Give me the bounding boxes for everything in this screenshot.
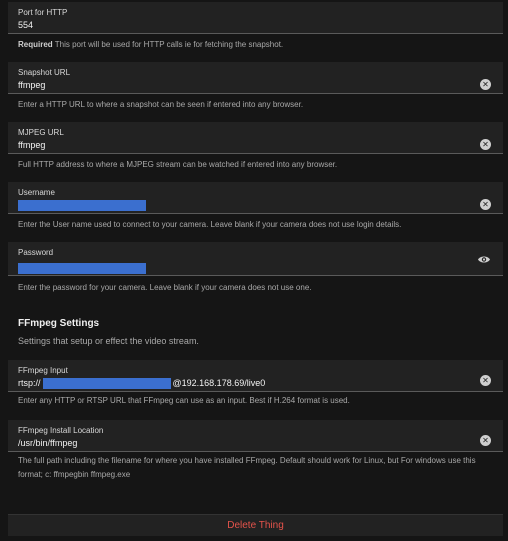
clear-icon[interactable]: ✕ bbox=[480, 199, 491, 210]
ffmpeg-location-field[interactable]: FFmpeg Install Location /usr/bin/ffmpeg … bbox=[8, 420, 503, 452]
eye-icon[interactable] bbox=[477, 255, 491, 264]
ffmpeg-input-value[interactable]: rtsp://@192.168.178.69/live0 bbox=[18, 378, 265, 390]
username-input[interactable] bbox=[18, 200, 146, 212]
snapshot-url-input[interactable]: ffmpeg bbox=[18, 80, 45, 90]
password-help: Enter the password for your camera. Leav… bbox=[18, 283, 312, 292]
port-label: Port for HTTP bbox=[18, 8, 68, 17]
username-help: Enter the User name used to connect to y… bbox=[18, 220, 402, 229]
redacted-value bbox=[18, 263, 146, 275]
password-field[interactable]: Password bbox=[8, 242, 503, 276]
mjpeg-url-help: Full HTTP address to where a MJPEG strea… bbox=[18, 160, 338, 169]
ffmpeg-location-label: FFmpeg Install Location bbox=[18, 426, 104, 435]
required-tag: Required bbox=[18, 40, 53, 49]
ffmpeg-input-help: Enter any HTTP or RTSP URL that FFmpeg c… bbox=[18, 396, 350, 405]
password-label: Password bbox=[18, 248, 54, 257]
ffmpeg-input-label: FFmpeg Input bbox=[18, 366, 68, 375]
section-subtitle: Settings that setup or effect the video … bbox=[18, 336, 199, 346]
port-input[interactable]: 554 bbox=[18, 20, 33, 30]
clear-icon[interactable]: ✕ bbox=[480, 79, 491, 90]
ffmpeg-input-field[interactable]: FFmpeg Input rtsp://@192.168.178.69/live… bbox=[8, 360, 503, 392]
ffmpeg-location-help: The full path including the filename for… bbox=[18, 456, 476, 479]
port-help: Required This port will be used for HTTP… bbox=[18, 40, 284, 49]
port-field[interactable]: Port for HTTP 554 bbox=[8, 2, 503, 34]
delete-thing-button[interactable]: Delete Thing bbox=[8, 514, 503, 536]
username-field[interactable]: Username ✕ bbox=[8, 182, 503, 214]
delete-thing-label: Delete Thing bbox=[227, 520, 284, 531]
mjpeg-url-field[interactable]: MJPEG URL ffmpeg ✕ bbox=[8, 122, 503, 154]
mjpeg-url-label: MJPEG URL bbox=[18, 128, 64, 137]
redacted-value bbox=[18, 200, 146, 212]
snapshot-url-label: Snapshot URL bbox=[18, 68, 71, 77]
clear-icon[interactable]: ✕ bbox=[480, 375, 491, 386]
password-input[interactable] bbox=[18, 263, 146, 275]
clear-icon[interactable]: ✕ bbox=[480, 435, 491, 446]
mjpeg-url-input[interactable]: ffmpeg bbox=[18, 140, 45, 150]
snapshot-url-field[interactable]: Snapshot URL ffmpeg ✕ bbox=[8, 62, 503, 94]
ffmpeg-location-input[interactable]: /usr/bin/ffmpeg bbox=[18, 438, 77, 448]
redacted-value bbox=[42, 378, 171, 390]
clear-icon[interactable]: ✕ bbox=[480, 139, 491, 150]
snapshot-url-help: Enter a HTTP URL to where a snapshot can… bbox=[18, 100, 304, 109]
username-label: Username bbox=[18, 188, 55, 197]
section-title: FFmpeg Settings bbox=[18, 318, 100, 329]
